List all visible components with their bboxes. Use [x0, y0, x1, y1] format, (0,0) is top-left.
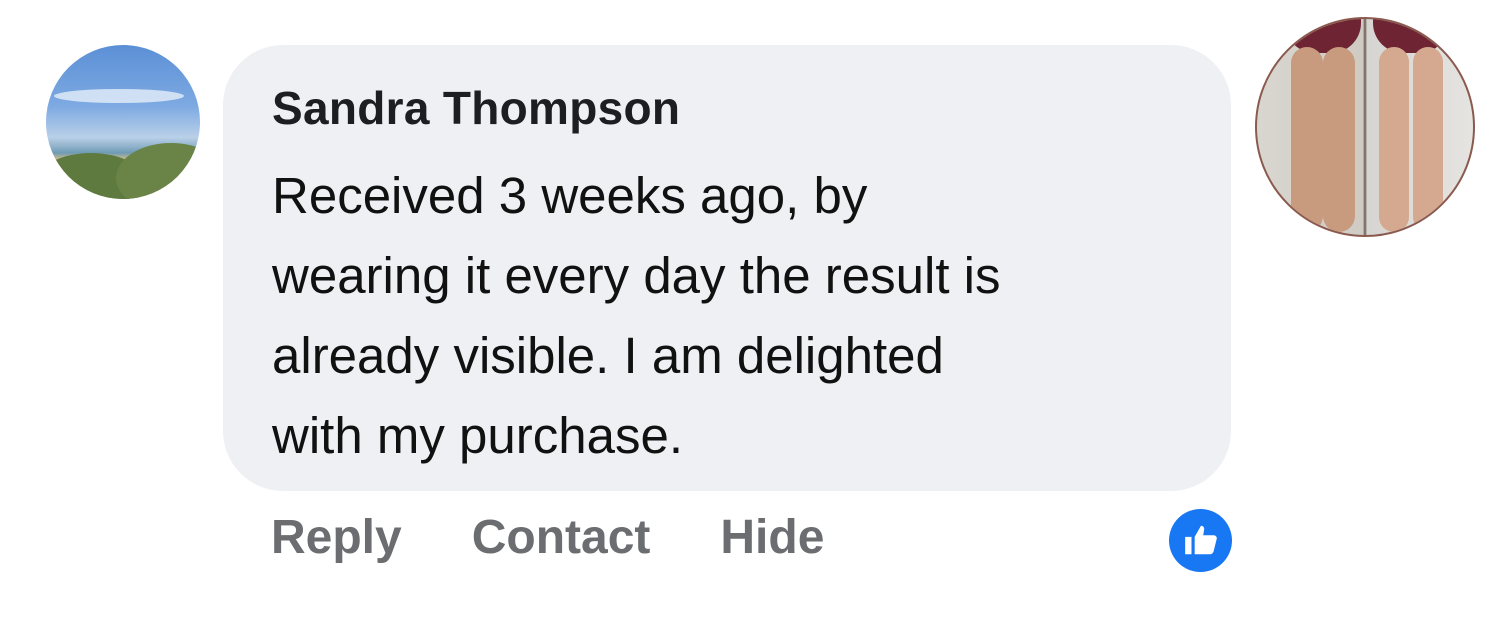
photo-leg	[1323, 47, 1355, 232]
attached-photo[interactable]	[1255, 17, 1475, 237]
photo-leg	[1379, 47, 1409, 232]
contact-button[interactable]: Contact	[472, 510, 651, 570]
avatar-cloud	[54, 89, 184, 103]
comment-line: with my purchase.	[272, 407, 683, 464]
author-name[interactable]: Sandra Thompson	[272, 81, 680, 135]
thumbs-up-icon[interactable]	[1169, 509, 1232, 572]
reply-button[interactable]: Reply	[271, 510, 402, 570]
author-avatar[interactable]	[46, 45, 200, 199]
comment-bubble: Sandra Thompson Received 3 weeks ago, by…	[223, 45, 1231, 491]
avatar-bush	[116, 143, 200, 199]
photo-leg	[1291, 47, 1323, 232]
comment-text: Received 3 weeks ago, by wearing it ever…	[272, 156, 1192, 476]
photo-leg	[1413, 47, 1443, 232]
thumbs-up-glyph	[1185, 525, 1217, 555]
comment-actions: Reply Contact Hide	[271, 510, 824, 570]
comment-line: Received 3 weeks ago, by	[272, 167, 868, 224]
photo-shorts	[1285, 19, 1361, 53]
comment-line: already visible. I am delighted	[272, 327, 944, 384]
hide-button[interactable]: Hide	[720, 510, 824, 570]
photo-shorts	[1373, 19, 1449, 53]
comment-line: wearing it every day the result is	[272, 247, 1001, 304]
